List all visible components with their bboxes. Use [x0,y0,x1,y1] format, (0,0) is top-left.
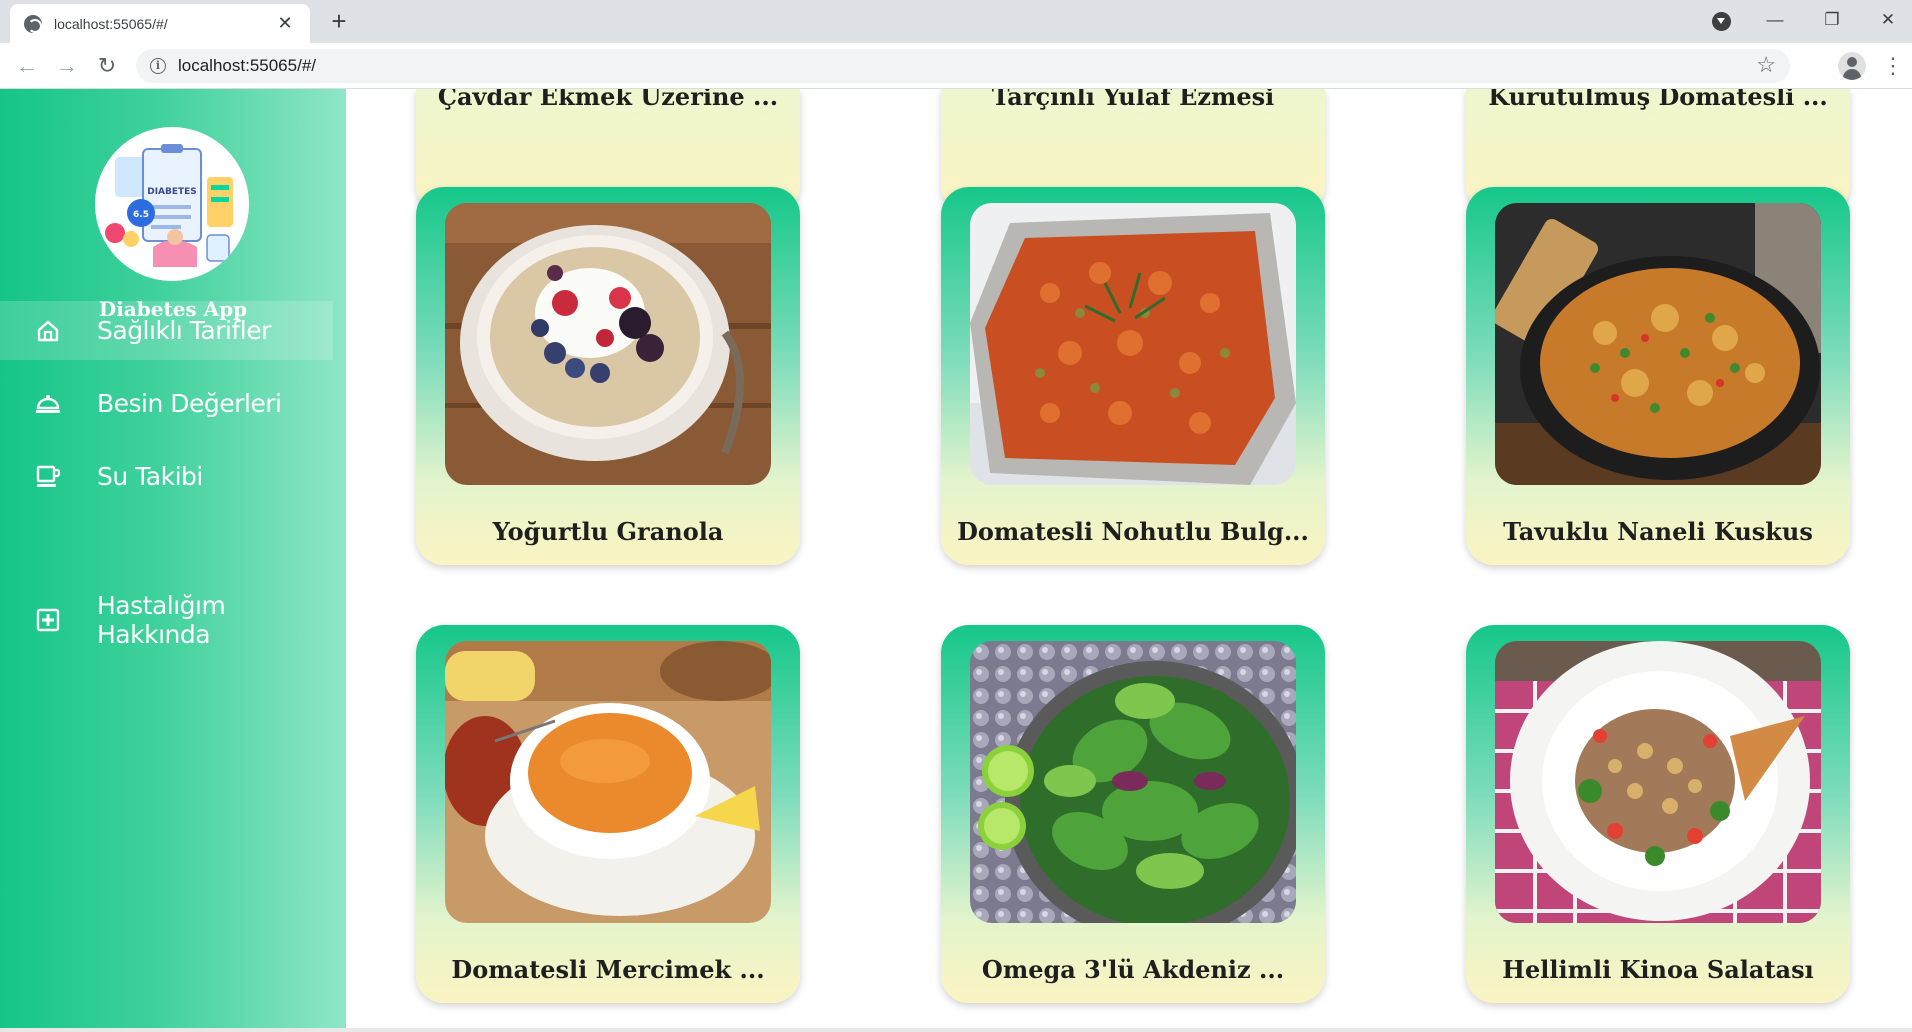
food-dome-icon [33,389,63,419]
app-root: DIABETES 6.5 Diabetes App Sağlıklı Tarif… [0,89,1912,1032]
granola-bowl-image [445,203,771,485]
recipe-title: Yoğurtlu Granola [492,517,724,546]
recipe-title: Domatesli Mercimek ... [451,955,765,984]
medical-plus-icon [33,605,63,635]
recipe-card[interactable]: Domatesli Nohutlu Bulg... [941,187,1325,565]
sidebar-item-nutrition-values[interactable]: Besin Değerleri [0,374,333,433]
recipe-card[interactable]: Hellimli Kinoa Salatası [1466,625,1850,1003]
close-window-button[interactable]: ✕ [1868,6,1908,34]
tab-search-icon[interactable] [1712,12,1731,31]
tab-title: localhost:55065/#/ [54,15,168,32]
couscous-pan-image [1495,203,1821,485]
recipe-title: Omega 3'lü Akdeniz ... [981,955,1285,984]
logo-badge: 6.5 [133,210,149,220]
recipe-card[interactable]: Tavuklu Naneli Kuskus [1466,187,1850,565]
recipe-title: Kurutulmuş Domatesli ... [1488,89,1828,111]
recipes-content: Çavdar Ekmek Üzerine ... Tarçınlı Yulaf … [346,89,1912,1032]
logo-text: DIABETES [147,187,197,197]
quinoa-salad-image [1495,641,1821,923]
sidebar: DIABETES 6.5 Diabetes App Sağlıklı Tarif… [0,89,346,1032]
recipe-card[interactable]: Omega 3'lü Akdeniz ... [941,625,1325,1003]
new-tab-button[interactable]: + [324,6,354,36]
sidebar-item-label: Su Takibi [97,462,203,491]
recipe-card[interactable]: Yoğurtlu Granola [416,187,800,565]
horizontal-scrollbar[interactable] [0,1028,1912,1032]
minimize-button[interactable]: — [1755,6,1795,34]
cup-icon [33,462,63,492]
back-button[interactable]: ← [12,51,42,81]
reload-button[interactable]: ↻ [92,51,122,81]
recipe-title: Çavdar Ekmek Üzerine ... [437,89,779,111]
browser-tab[interactable]: localhost:55065/#/ ✕ [10,4,310,43]
bulgur-dish-image [970,203,1296,485]
address-bar[interactable]: i localhost:55065/#/ ☆ [136,49,1790,83]
sidebar-item-label: Hastalığım Hakkında [97,591,226,649]
bookmark-star-icon[interactable]: ☆ [1756,52,1776,78]
recipe-title: Tavuklu Naneli Kuskus [1503,517,1813,546]
recipe-title: Hellimli Kinoa Salatası [1502,955,1814,984]
url-text[interactable]: localhost:55065/#/ [178,56,316,76]
app-logo: DIABETES 6.5 [95,127,249,281]
profile-avatar-icon[interactable] [1838,52,1866,80]
lentil-soup-image [445,641,771,923]
sidebar-item-label: Besin Değerleri [97,389,282,418]
sidebar-item-water-tracking[interactable]: Su Takibi [0,447,333,506]
recipe-card[interactable]: Domatesli Mercimek ... [416,625,800,1003]
forward-button[interactable]: → [52,51,82,81]
recipe-title: Tarçınlı Yulaf Ezmesi [991,89,1275,111]
recipe-title: Domatesli Nohutlu Bulg... [957,517,1309,546]
tab-close-icon[interactable]: ✕ [274,13,296,34]
address-toolbar: ← → ↻ i localhost:55065/#/ ☆ ⋮ [0,43,1912,89]
globe-icon [24,14,42,33]
browser-menu-icon[interactable]: ⋮ [1882,52,1904,80]
green-salad-image [970,641,1296,923]
sidebar-item-healthy-recipes[interactable]: Sağlıklı Tarifler [0,301,333,360]
site-info-icon[interactable]: i [150,58,166,74]
restore-button[interactable]: ❐ [1812,6,1852,34]
home-icon [33,316,63,346]
browser-tab-strip: localhost:55065/#/ ✕ + — ❐ ✕ [0,0,1912,43]
sidebar-item-about-my-disease[interactable]: Hastalığım Hakkında [0,585,333,655]
sidebar-item-label: Sağlıklı Tarifler [97,316,271,345]
